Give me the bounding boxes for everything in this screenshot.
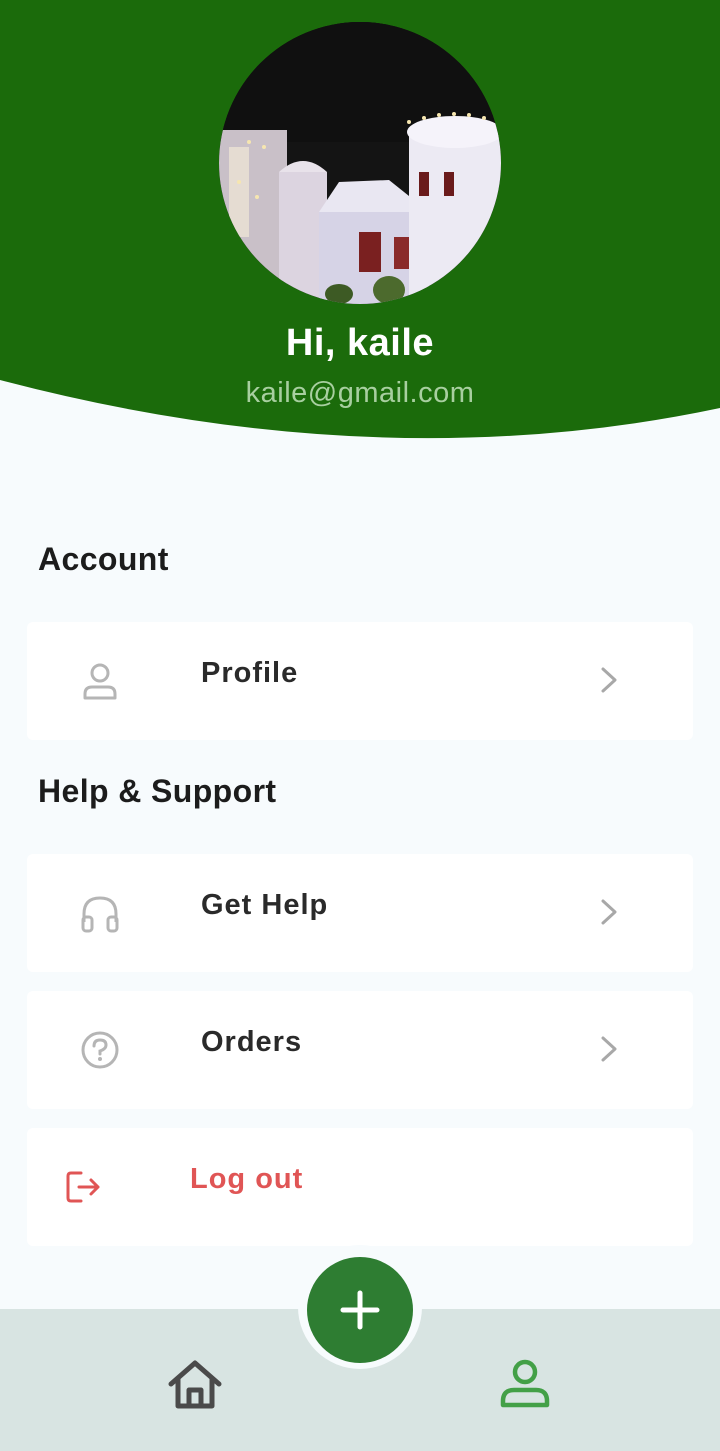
logout-icon [59, 1162, 109, 1212]
menu-item-orders[interactable]: Orders [27, 991, 693, 1109]
menu-item-label: Profile [201, 657, 299, 689]
menu-item-label: Get Help [201, 889, 329, 921]
greeting-text: Hi, kaile [285, 322, 435, 364]
chevron-right-icon [597, 1032, 621, 1066]
profile-photo-image [219, 22, 501, 304]
home-icon [168, 1360, 222, 1409]
menu-item-get-help[interactable]: Get Help [27, 854, 693, 972]
menu-item-label: Orders [201, 1026, 303, 1058]
user-email: kaile@gmail.com [245, 377, 475, 409]
menu-item-profile[interactable]: Profile [27, 622, 693, 740]
section-title-account: Account [38, 541, 169, 577]
chevron-right-icon [597, 895, 621, 929]
nav-profile-button[interactable] [498, 1358, 552, 1410]
logout-button[interactable]: Log out [27, 1128, 693, 1246]
add-button[interactable] [307, 1257, 413, 1363]
person-icon [75, 656, 125, 706]
person-icon [500, 1359, 550, 1408]
chevron-right-icon [597, 663, 621, 697]
headphones-icon [75, 888, 125, 938]
question-circle-icon [75, 1025, 125, 1075]
avatar[interactable] [219, 22, 501, 304]
logout-label: Log out [190, 1163, 304, 1195]
plus-icon [340, 1290, 380, 1330]
nav-home-button[interactable] [166, 1358, 224, 1412]
section-title-help-support: Help & Support [38, 773, 277, 809]
